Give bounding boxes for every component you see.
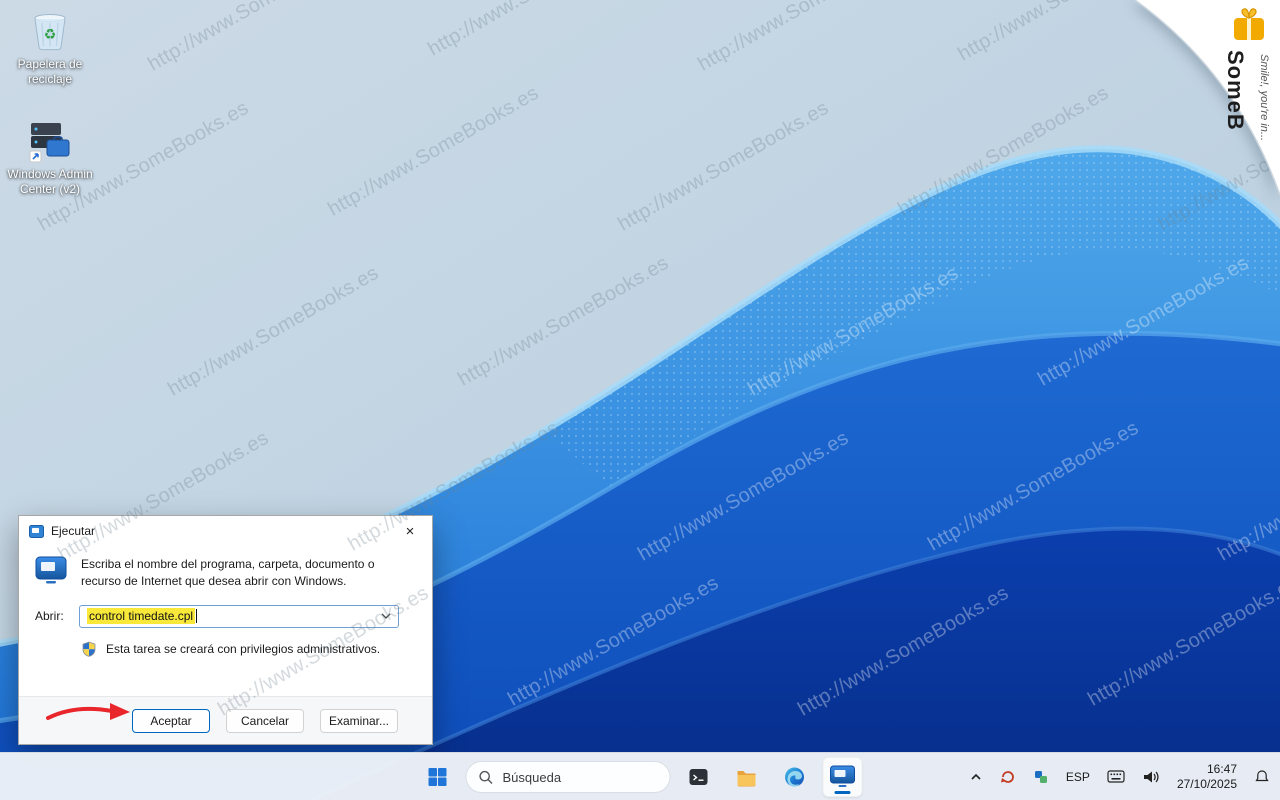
volume-icon[interactable] bbox=[1138, 765, 1164, 789]
notifications-bell-icon[interactable] bbox=[1250, 765, 1274, 789]
taskbar-console-app[interactable] bbox=[679, 757, 719, 797]
uac-shield-icon bbox=[81, 641, 97, 658]
accept-button[interactable]: Aceptar bbox=[132, 709, 210, 733]
open-label: Abrir: bbox=[35, 609, 71, 623]
search-placeholder: Búsqueda bbox=[503, 770, 562, 785]
console-icon bbox=[687, 765, 711, 789]
dialog-titlebar[interactable]: Ejecutar × bbox=[19, 516, 432, 546]
desktop: http://www.SomeBooks.es http://www.SomeB… bbox=[0, 0, 1280, 800]
taskbar-clock[interactable]: 16:47 27/10/2025 bbox=[1173, 758, 1241, 796]
open-combobox[interactable]: control timedate.cpl bbox=[79, 605, 399, 628]
browse-button[interactable]: Examinar... bbox=[320, 709, 398, 733]
dialog-footer: Aceptar Cancelar Examinar... bbox=[19, 696, 432, 744]
taskbar-edge[interactable] bbox=[775, 757, 815, 797]
touch-keyboard-icon[interactable] bbox=[1103, 766, 1129, 788]
active-app-indicator bbox=[835, 791, 851, 794]
taskbar-file-explorer[interactable] bbox=[727, 757, 767, 797]
desktop-icon-label: Windows Admin Center (v2) bbox=[6, 167, 94, 197]
language-indicator[interactable]: ESP bbox=[1062, 766, 1094, 788]
taskbar-run-app-active[interactable] bbox=[823, 757, 863, 797]
folder-icon bbox=[735, 765, 759, 789]
run-dialog: Ejecutar × Escriba el nombre del program… bbox=[18, 515, 433, 745]
combobox-value: control timedate.cpl bbox=[87, 608, 195, 624]
search-icon bbox=[479, 770, 494, 785]
run-window-icon bbox=[29, 525, 44, 538]
desktop-icon-windows-admin-center[interactable]: Windows Admin Center (v2) bbox=[6, 118, 94, 197]
system-tray: ESP 16:47 bbox=[965, 753, 1274, 800]
desktop-icon-label: Papelera de reciclaje bbox=[6, 57, 94, 87]
taskbar-center: Búsqueda bbox=[418, 753, 863, 800]
taskbar-search[interactable]: Búsqueda bbox=[466, 761, 671, 793]
admin-note: Esta tarea se creará con privilegios adm… bbox=[106, 642, 380, 656]
run-icon bbox=[35, 556, 67, 584]
clock-date: 27/10/2025 bbox=[1177, 777, 1237, 792]
run-app-icon bbox=[830, 765, 856, 789]
recycle-bin-icon: ♻ bbox=[27, 8, 73, 54]
close-icon[interactable]: × bbox=[388, 516, 432, 546]
tray-app-icon[interactable] bbox=[1029, 765, 1053, 789]
cancel-button[interactable]: Cancelar bbox=[226, 709, 304, 733]
combobox-dropdown-icon[interactable] bbox=[381, 613, 391, 619]
taskbar: Búsqueda bbox=[0, 752, 1280, 800]
dialog-body: Escriba el nombre del programa, carpeta,… bbox=[19, 546, 432, 696]
dialog-message: Escriba el nombre del programa, carpeta,… bbox=[81, 556, 411, 590]
tray-chevron-up-icon[interactable] bbox=[965, 766, 987, 788]
windows-logo-icon bbox=[426, 765, 450, 789]
windows-admin-center-icon bbox=[27, 118, 73, 164]
text-cursor bbox=[196, 609, 197, 623]
edge-icon bbox=[783, 765, 807, 789]
tray-sync-icon[interactable] bbox=[996, 765, 1020, 789]
svg-text:♻: ♻ bbox=[44, 26, 57, 42]
clock-time: 16:47 bbox=[1207, 762, 1237, 777]
dialog-title: Ejecutar bbox=[51, 524, 95, 538]
start-button[interactable] bbox=[418, 757, 458, 797]
desktop-icon-recycle-bin[interactable]: ♻ Papelera de reciclaje bbox=[6, 8, 94, 87]
